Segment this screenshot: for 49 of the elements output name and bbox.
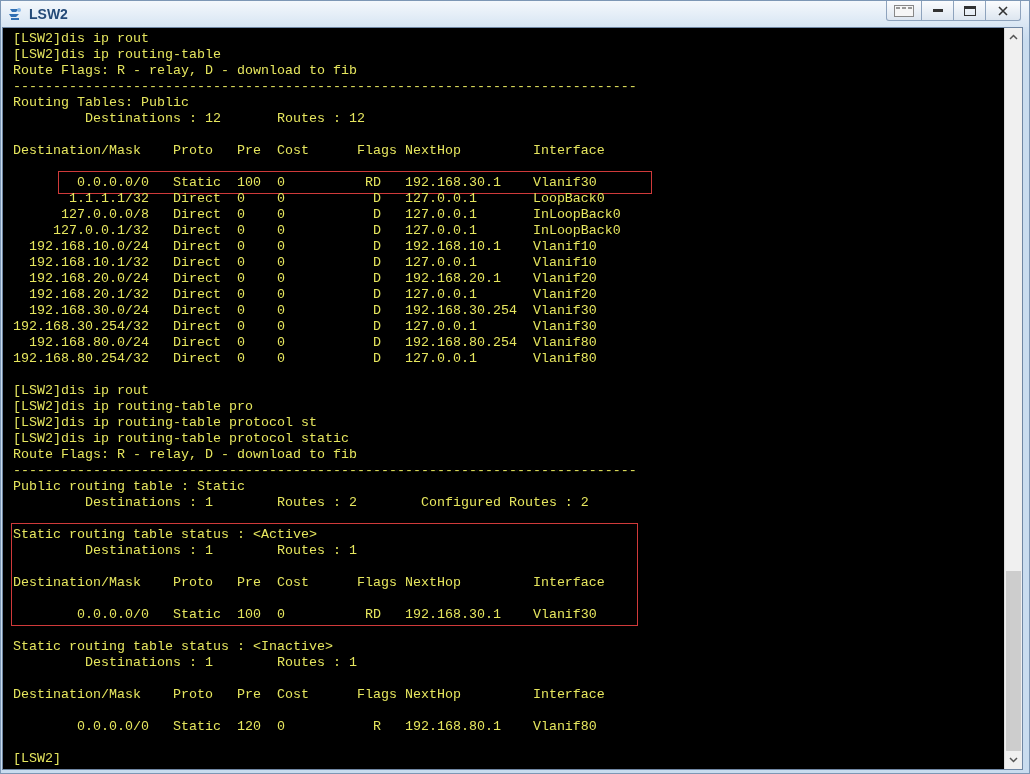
terminal-line: Destination/Mask Proto Pre Cost Flags NextHop Interface	[13, 574, 606, 591]
terminal-line: Routing Tables: Public	[13, 95, 190, 111]
terminal-line: 127.0.0.1/32 Direct 0 0 D 127.0.0.1 InLoopBack0	[52, 223, 622, 239]
terminal-line: 192.168.20.0/24 Direct 0 0 D 192.168.20.1 Vlanif20	[28, 271, 598, 287]
terminal-line: Destinations : 1 Routes : 1	[83, 655, 358, 671]
terminal-line: 1.1.1.1/32 Direct 0 0 D 127.0.0.1 LoopBack0	[68, 191, 606, 207]
terminal-line: Public routing table : Static	[13, 479, 246, 495]
terminal-line: Destinations : 12 Routes : 12	[83, 111, 366, 127]
terminal-line: [LSW2]dis ip routing-table protocol st	[13, 415, 318, 431]
terminal-line: [LSW2]dis ip routing-table protocol static	[13, 431, 350, 447]
scrollbar[interactable]	[1004, 28, 1022, 769]
terminal-line: Destinations : 1 Routes : 2 Configured Routes : 2	[83, 495, 590, 511]
terminal-line: Destinations : 1 Routes : 1	[83, 543, 358, 559]
terminal-line: 0.0.0.0/0 Static 100 0 RD 192.168.30.1 Vlanif30	[76, 174, 598, 191]
app-logo-icon	[7, 6, 23, 22]
terminal-line: 0.0.0.0/0 Static 120 0 R 192.168.80.1 Vlanif80	[76, 718, 598, 735]
terminal-line: 192.168.80.254/32 Direct 0 0 D 127.0.0.1 Vlanif80	[13, 351, 598, 367]
terminal-line: [LSW2]	[13, 750, 62, 767]
panel-icon	[894, 4, 914, 17]
terminal-line: 192.168.80.0/24 Direct 0 0 D 192.168.80.254 Vlanif80	[28, 335, 598, 351]
window-title: LSW2	[29, 6, 68, 22]
terminal-line: Route Flags: R - relay, D - download to fib	[13, 63, 358, 79]
scroll-up-icon	[1009, 34, 1018, 40]
maximize-button[interactable]	[953, 1, 986, 21]
terminal-line: 192.168.30.0/24 Direct 0 0 D 192.168.30.254 Vlanif30	[28, 303, 598, 319]
close-button[interactable]	[985, 1, 1021, 21]
terminal-line: ------------------------------------------------------------------------------	[13, 463, 638, 479]
terminal-line: [LSW2]dis ip rout	[13, 382, 150, 399]
terminal-line: [LSW2]dis ip routing-table	[13, 47, 222, 63]
maximize-icon	[963, 5, 976, 16]
scrollbar-thumb[interactable]	[1006, 571, 1021, 751]
terminal-line: ------------------------------------------------------------------------------	[13, 79, 638, 95]
terminal-line: Static routing table status : <Active>	[13, 526, 318, 543]
terminal-line: Static routing table status : <Inactive>	[13, 638, 334, 655]
minimize-icon	[932, 9, 943, 12]
terminal-line: [LSW2]dis ip routing-table pro	[13, 399, 254, 415]
terminal-line: 192.168.20.1/32 Direct 0 0 D 127.0.0.1 Vlanif20	[28, 287, 598, 303]
terminal-line: 0.0.0.0/0 Static 100 0 RD 192.168.30.1 Vlanif30	[76, 606, 598, 623]
terminal-line: 192.168.30.254/32 Direct 0 0 D 127.0.0.1 Vlanif30	[13, 319, 598, 335]
terminal-line: Destination/Mask Proto Pre Cost Flags NextHop Interface	[13, 142, 606, 159]
minimize-button[interactable]	[921, 1, 954, 21]
terminal-line: 192.168.10.1/32 Direct 0 0 D 127.0.0.1 Vlanif10	[28, 255, 598, 271]
close-icon	[998, 5, 1008, 16]
terminal-line: 127.0.0.0/8 Direct 0 0 D 127.0.0.1 InLoopBack0	[60, 207, 622, 223]
scroll-down-icon	[1009, 757, 1018, 763]
terminal-line: 192.168.10.0/24 Direct 0 0 D 192.168.10.1 Vlanif10	[28, 239, 598, 255]
terminal-line: [LSW2]dis ip rout	[13, 31, 150, 47]
terminal-line: Destination/Mask Proto Pre Cost Flags NextHop Interface	[13, 686, 606, 703]
terminal-line: Route Flags: R - relay, D - download to fib	[13, 447, 358, 463]
